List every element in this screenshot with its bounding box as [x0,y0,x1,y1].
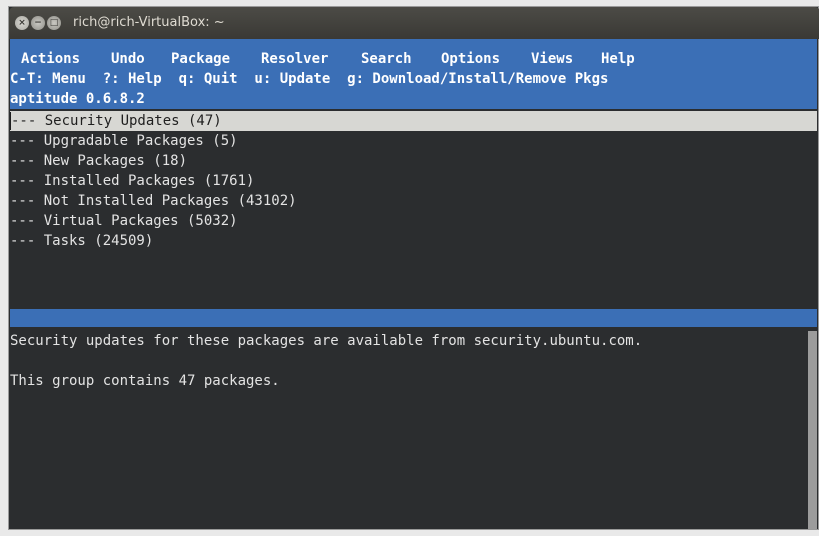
tree-item-label: Tasks (24509) [43,233,154,249]
aptitude-screen[interactable]: Actions Undo Package Resolver Search Opt… [10,39,817,529]
tree-item-label: Installed Packages (1761) [43,173,255,189]
menu-help[interactable]: Help [601,49,635,69]
tree-item-prefix: --- [10,173,44,189]
minimize-icon[interactable]: − [31,16,45,30]
menu-resolver[interactable]: Resolver [261,49,328,69]
tree-item-label: Virtual Packages (5032) [43,213,238,229]
maximize-icon[interactable]: □ [47,16,61,30]
description-line-2: This group contains 47 packages. [10,373,280,389]
close-icon[interactable]: × [15,16,29,30]
description-line-1: Security updates for these packages are … [10,333,643,349]
pane-separator [10,309,817,327]
tree-item-prefix: --- [10,133,44,149]
tree-item-prefix: --- [10,213,44,229]
menu-views[interactable]: Views [531,49,573,69]
tree-item-label: Security Updates (47) [44,113,222,129]
window-title: rich@rich-VirtualBox: ~ [73,15,225,30]
tree-item-prefix: --- [10,193,44,209]
scrollbar[interactable] [808,331,817,529]
menubar-top-padding [10,39,817,49]
tree-item-prefix: --- [10,153,44,169]
menu-package[interactable]: Package [171,49,230,69]
menu-bar: Actions Undo Package Resolver Search Opt… [10,49,817,69]
tree-item-label: Upgradable Packages (5) [43,133,238,149]
tree-item[interactable]: --- Tasks (24509) [10,231,817,251]
tree-item-label: New Packages (18) [43,153,188,169]
tree-item[interactable]: --- Virtual Packages (5032) [10,211,817,231]
menu-options[interactable]: Options [441,49,500,69]
tree-item-prefix: --- [11,113,45,129]
menu-search[interactable]: Search [361,49,412,69]
tree-item[interactable]: --- Installed Packages (1761) [10,171,817,191]
tree-item[interactable]: --- Not Installed Packages (43102) [10,191,817,211]
tree-item-label: Not Installed Packages (43102) [43,193,297,209]
menu-undo[interactable]: Undo [111,49,145,69]
tree-item[interactable]: --- Security Updates (47) [10,111,817,131]
version-line: aptitude 0.6.8.2 [10,89,817,109]
title-bar[interactable]: × − □ rich@rich-VirtualBox: ~ [9,7,819,39]
tree-item-prefix: --- [10,233,44,249]
key-hint-line: C-T: Menu ?: Help q: Quit u: Update g: D… [10,69,817,89]
tree-item[interactable]: --- Upgradable Packages (5) [10,131,817,151]
tree-item[interactable]: --- New Packages (18) [10,151,817,171]
menu-actions[interactable]: Actions [21,49,80,69]
terminal-window: × − □ rich@rich-VirtualBox: ~ Actions Un… [8,6,819,530]
